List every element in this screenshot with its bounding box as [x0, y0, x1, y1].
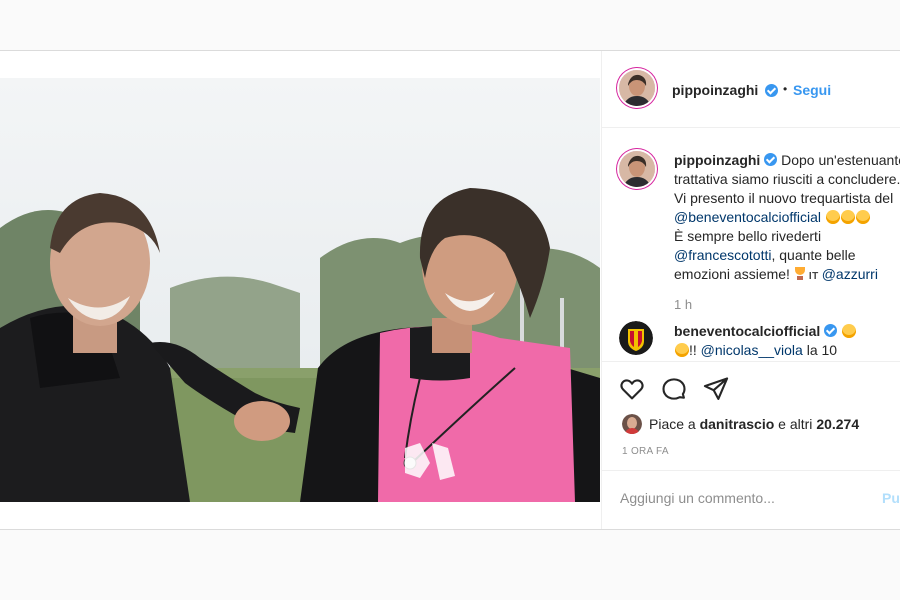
post-photo-illustration: [0, 78, 600, 502]
verified-badge-icon: [824, 324, 838, 337]
caption-time[interactable]: 1 h: [674, 297, 692, 312]
likes-middle: e altri: [774, 416, 817, 432]
post-header: pippoinzaghi • Segui: [602, 51, 900, 128]
publish-button[interactable]: Pubblica: [882, 490, 900, 506]
laughing-emoji-icon: [675, 343, 689, 357]
post-caption: pippoinzaghi Dopo un'estenuante trattati…: [674, 151, 900, 286]
author-avatar[interactable]: [619, 70, 655, 106]
comment-text-prefix: !!: [689, 342, 701, 358]
mention-francescototti[interactable]: @francescototti: [674, 247, 771, 263]
caption-author-avatar[interactable]: [619, 151, 655, 187]
mention-azzurri[interactable]: @azzurri: [822, 266, 878, 282]
smile-emoji-icon: [825, 210, 840, 224]
mention-beneventocalciofficial[interactable]: @beneventocalciofficial: [674, 209, 821, 225]
comment-author[interactable]: beneventocalciofficial: [674, 323, 820, 339]
italy-flag-icon: IT: [808, 271, 819, 282]
mention-nicolas-viola[interactable]: @nicolas__viola: [701, 342, 803, 358]
share-icon[interactable]: [702, 375, 730, 403]
likes-summary: Piace a danitrascio e altri 20.274: [649, 416, 859, 432]
comment-icon[interactable]: [660, 375, 688, 403]
trophy-icon: [794, 267, 806, 281]
verified-badge-icon: [765, 84, 778, 97]
heart-icon[interactable]: [618, 375, 646, 403]
comment-text-suffix: la 10: [802, 342, 838, 358]
follow-button[interactable]: Segui: [793, 82, 831, 98]
post-card: pippoinzaghi • Segui pippoinzaghi Dopo u…: [0, 50, 900, 530]
smile-emoji-icon: [855, 210, 870, 224]
add-comment-bar: Aggiungi un commento... Pubblica: [602, 470, 900, 529]
liker-avatar[interactable]: [622, 414, 642, 434]
post-photo[interactable]: [0, 78, 600, 502]
likes-user[interactable]: danitrascio: [700, 416, 775, 432]
post-actions: Piace a danitrascio e altri 20.274 1 ORA…: [602, 361, 900, 529]
likes-prefix: Piace a: [649, 416, 700, 432]
post-sidebar: pippoinzaghi • Segui pippoinzaghi Dopo u…: [601, 51, 900, 529]
laughing-emoji-icon: [842, 324, 857, 338]
smile-emoji-icon: [840, 210, 855, 224]
caption-text-2: È sempre bello rivederti: [674, 228, 822, 244]
comment-author-avatar[interactable]: [619, 321, 653, 355]
verified-badge-icon: [764, 153, 778, 166]
likes-count[interactable]: 20.274: [816, 416, 859, 432]
follow-separator: •: [783, 82, 788, 96]
post-timestamp[interactable]: 1 ORA FA: [622, 446, 669, 457]
comment: beneventocalciofficial !! @nicolas__viol…: [674, 322, 900, 360]
caption-author[interactable]: pippoinzaghi: [674, 152, 760, 168]
author-username[interactable]: pippoinzaghi: [672, 82, 758, 98]
add-comment-input[interactable]: Aggiungi un commento...: [620, 490, 775, 506]
